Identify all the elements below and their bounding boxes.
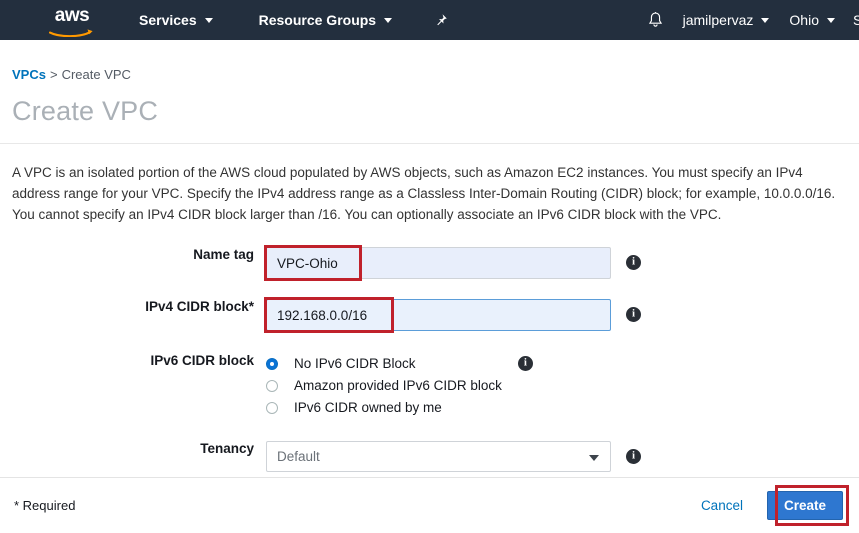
ipv6-cidr-label: IPv6 CIDR block: [150, 353, 254, 368]
required-note: * Required: [14, 498, 76, 513]
breadcrumb-current: Create VPC: [61, 67, 131, 82]
bell-notification-icon[interactable]: [639, 0, 673, 40]
navbar-right-group: jamilpervaz Ohio S: [639, 0, 859, 40]
nav-account-label: jamilpervaz: [682, 12, 754, 28]
nav-resource-groups-label: Resource Groups: [258, 12, 377, 28]
title-divider: [0, 143, 859, 144]
page-content: VPCs > Create VPC Create VPC A VPC is an i…: [0, 40, 859, 526]
ipv6-option-no-block[interactable]: No IPv6 CIDR Block: [266, 353, 502, 374]
form-row-ipv4-cidr: IPv4 CIDR block* i: [0, 297, 859, 333]
pushpin-icon[interactable]: [429, 0, 451, 40]
ipv4-cidr-info-icon[interactable]: i: [626, 307, 641, 322]
tenancy-select[interactable]: Default: [266, 441, 611, 472]
nav-support-menu[interactable]: S: [845, 12, 859, 28]
ipv4-cidr-label: IPv4 CIDR block*: [145, 299, 254, 314]
form-row-name-tag: Name tag i: [0, 245, 859, 281]
form-footer: * Required Cancel Create: [0, 478, 859, 533]
chevron-down-icon: [384, 17, 393, 23]
ipv6-option-amazon-provided[interactable]: Amazon provided IPv6 CIDR block: [266, 375, 502, 396]
ipv4-cidr-field-wrap: i: [264, 297, 641, 333]
radio-label-amazon-provided[interactable]: Amazon provided IPv6 CIDR block: [294, 378, 502, 393]
create-vpc-form: Name tag i IPv4 CIDR block* i IPv6 CIDR: [0, 245, 859, 472]
radio-amazon-provided[interactable]: [266, 379, 278, 392]
breadcrumb-separator: >: [49, 67, 58, 82]
ipv6-cidr-field-wrap: No IPv6 CIDR Block Amazon provided IPv6 …: [266, 353, 533, 419]
chevron-down-icon: [589, 455, 599, 461]
ipv6-cidr-info-icon[interactable]: i: [517, 356, 533, 371]
tenancy-label: Tenancy: [200, 441, 254, 456]
radio-label-no-ipv6-block[interactable]: No IPv6 CIDR Block: [294, 356, 416, 371]
aws-wordmark: aws: [54, 5, 90, 26]
name-tag-label: Name tag: [193, 247, 254, 262]
chevron-down-icon: [761, 17, 770, 23]
radio-no-ipv6-block[interactable]: [266, 357, 278, 370]
tenancy-field-wrap: Default i: [266, 441, 641, 472]
aws-logo[interactable]: aws: [44, 5, 100, 38]
ipv6-cidr-radio-group: No IPv6 CIDR Block Amazon provided IPv6 …: [266, 353, 502, 419]
tenancy-selected-value: Default: [277, 449, 320, 464]
breadcrumb-vpcs-link[interactable]: VPCs: [12, 67, 46, 82]
radio-owned-by-me[interactable]: [266, 401, 278, 414]
footer-actions: Cancel Create: [691, 485, 849, 526]
page-title: Create VPC: [12, 96, 159, 126]
chevron-down-icon: [204, 17, 213, 23]
ipv4-cidr-input[interactable]: [266, 299, 611, 331]
create-button[interactable]: Create: [766, 491, 843, 520]
nav-region-menu[interactable]: Ohio: [779, 0, 845, 40]
nav-services-label: Services: [139, 12, 197, 28]
nav-region-label: Ohio: [789, 12, 819, 28]
form-row-tenancy: Tenancy Default i: [0, 441, 859, 472]
chevron-down-icon: [827, 17, 835, 23]
page-description: A VPC is an isolated portion of the AWS …: [12, 165, 836, 222]
form-row-ipv6-cidr: IPv6 CIDR block No IPv6 CIDR Block Amazo…: [0, 353, 859, 419]
name-tag-info-icon[interactable]: i: [626, 255, 641, 270]
tenancy-info-icon[interactable]: i: [626, 449, 641, 464]
create-vpc-page: aws Services Resource Groups jamilpervaz…: [0, 0, 859, 533]
nav-resource-groups-menu[interactable]: Resource Groups: [250, 0, 401, 40]
ipv6-option-owned-by-me[interactable]: IPv6 CIDR owned by me: [266, 397, 502, 418]
nav-account-menu[interactable]: jamilpervaz: [673, 0, 780, 40]
name-tag-field-wrap: i: [264, 245, 641, 281]
breadcrumb: VPCs > Create VPC: [12, 67, 859, 82]
aws-top-navbar: aws Services Resource Groups jamilpervaz…: [0, 0, 859, 40]
radio-label-owned-by-me[interactable]: IPv6 CIDR owned by me: [294, 400, 442, 415]
name-tag-input[interactable]: [266, 247, 611, 279]
cancel-button[interactable]: Cancel: [691, 492, 753, 519]
nav-services-menu[interactable]: Services: [130, 0, 222, 40]
